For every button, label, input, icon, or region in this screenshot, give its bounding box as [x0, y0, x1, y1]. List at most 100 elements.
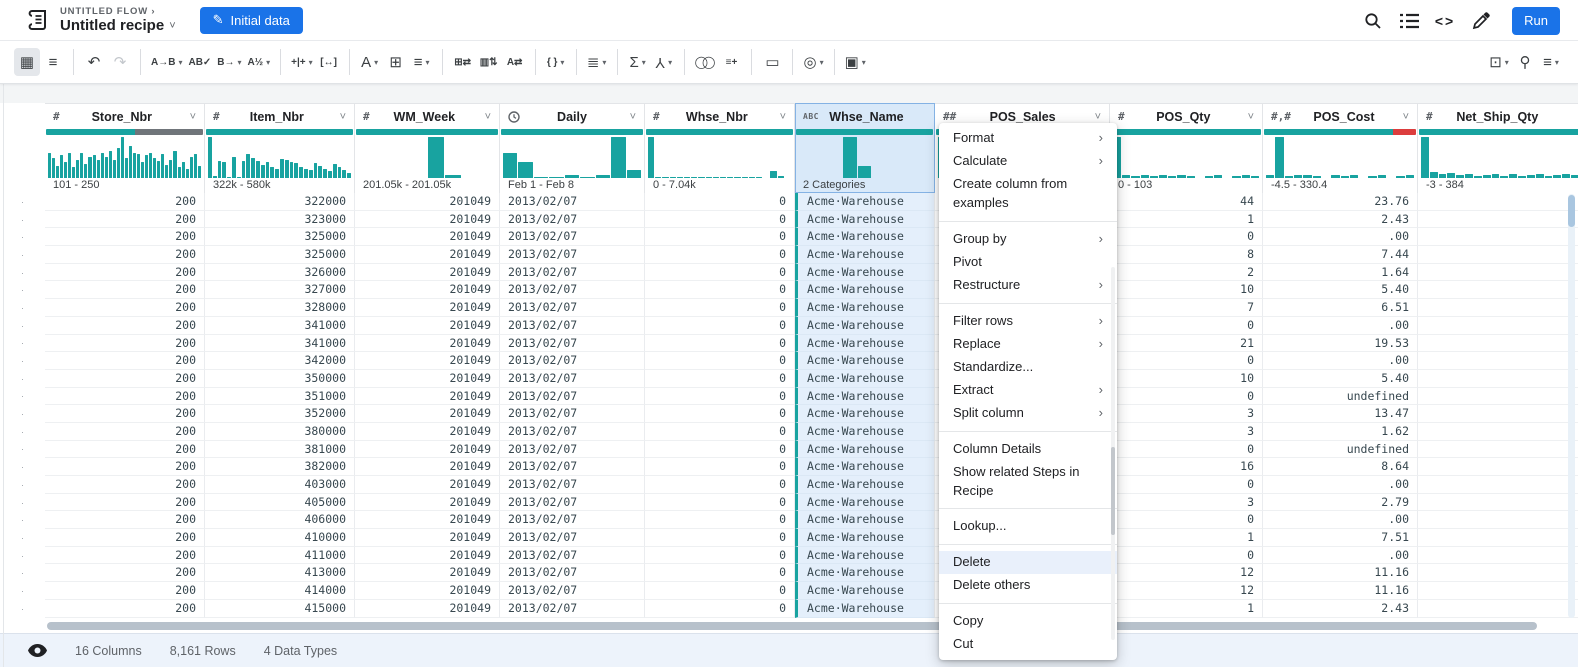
cell-daily[interactable]: 2013/02/07: [500, 246, 645, 264]
cell-whse_nbr[interactable]: 0: [645, 317, 795, 335]
cell-pos_cost[interactable]: 13.47: [1263, 405, 1418, 423]
columns-count[interactable]: 16 Columns: [75, 644, 142, 658]
view-rows-icon[interactable]: ≡: [40, 48, 66, 76]
cell-store_nbr[interactable]: 200: [45, 441, 205, 459]
column-menu-chevron-icon[interactable]: ˅: [184, 111, 196, 123]
cell-item_nbr[interactable]: 414000: [205, 582, 355, 600]
cell-whse_name[interactable]: Acme·Warehouse: [795, 246, 935, 264]
join-datasets-icon[interactable]: Y▾: [651, 48, 677, 76]
breadcrumb-flow[interactable]: UNTITLED FLOW: [60, 6, 148, 17]
standardize-values-icon[interactable]: AB✓: [185, 48, 214, 76]
cell-whse_name[interactable]: Acme·Warehouse: [795, 494, 935, 512]
cell-pos_qty[interactable]: 3: [1110, 494, 1263, 512]
column-header-item_nbr[interactable]: #Item_Nbr˅: [205, 104, 354, 129]
cell-pos_cost[interactable]: undefined: [1263, 441, 1418, 459]
column-menu-chevron-icon[interactable]: ˅: [1242, 111, 1254, 123]
initial-data-button[interactable]: ✎ Initial data: [200, 7, 303, 34]
lookup-icon[interactable]: ≡+: [718, 48, 744, 76]
cell-wm_week[interactable]: 201049: [355, 476, 500, 494]
menu-item-delete-others[interactable]: Delete others: [939, 574, 1117, 597]
cell-wm_week[interactable]: 201049: [355, 458, 500, 476]
cell-whse_nbr[interactable]: 0: [645, 441, 795, 459]
cell-wm_week[interactable]: 201049: [355, 352, 500, 370]
cell-wm_week[interactable]: 201049: [355, 511, 500, 529]
cell-pos_cost[interactable]: 6.51: [1263, 299, 1418, 317]
cell-net_ship_qty[interactable]: [1418, 193, 1578, 211]
column-histogram[interactable]: [795, 135, 934, 178]
select-columns-icon[interactable]: ⊡▾: [1486, 48, 1512, 76]
row-handle[interactable]: ·: [0, 441, 45, 459]
cell-pos_cost[interactable]: 19.53: [1263, 335, 1418, 353]
steps-list-icon[interactable]: [1396, 8, 1422, 34]
cell-store_nbr[interactable]: 200: [45, 582, 205, 600]
cell-net_ship_qty[interactable]: [1418, 529, 1578, 547]
cell-wm_week[interactable]: 201049: [355, 281, 500, 299]
row-handle[interactable]: ·: [0, 547, 45, 565]
chevron-down-icon[interactable]: ˅: [169, 17, 175, 35]
cell-wm_week[interactable]: 201049: [355, 211, 500, 229]
cell-store_nbr[interactable]: 200: [45, 352, 205, 370]
cell-store_nbr[interactable]: 200: [45, 547, 205, 565]
cell-net_ship_qty[interactable]: [1418, 299, 1578, 317]
cell-item_nbr[interactable]: 326000: [205, 264, 355, 282]
cell-pos_qty[interactable]: 10: [1110, 370, 1263, 388]
cell-daily[interactable]: 2013/02/07: [500, 511, 645, 529]
cell-whse_name[interactable]: Acme·Warehouse: [795, 476, 935, 494]
cell-pos_qty[interactable]: 21: [1110, 335, 1263, 353]
cell-net_ship_qty[interactable]: [1418, 441, 1578, 459]
horizontal-scrollbar[interactable]: [47, 622, 1537, 630]
cell-store_nbr[interactable]: 200: [45, 211, 205, 229]
cell-pos_cost[interactable]: 5.40: [1263, 281, 1418, 299]
breadcrumb[interactable]: UNTITLED FLOW ›: [60, 6, 176, 17]
cell-store_nbr[interactable]: 200: [45, 264, 205, 282]
split-column-icon[interactable]: +|+▾: [288, 48, 316, 76]
cell-whse_name[interactable]: Acme·Warehouse: [795, 441, 935, 459]
cell-item_nbr[interactable]: 411000: [205, 547, 355, 565]
cell-wm_week[interactable]: 201049: [355, 405, 500, 423]
merge-columns-icon[interactable]: [↔]: [316, 48, 342, 76]
cell-pos_cost[interactable]: 2.43: [1263, 600, 1418, 618]
cell-pos_qty[interactable]: 0: [1110, 352, 1263, 370]
column-histogram[interactable]: [1110, 135, 1262, 178]
cell-pos_qty[interactable]: 0: [1110, 317, 1263, 335]
cell-net_ship_qty[interactable]: [1418, 246, 1578, 264]
cell-store_nbr[interactable]: 200: [45, 388, 205, 406]
cell-store_nbr[interactable]: 200: [45, 370, 205, 388]
cell-net_ship_qty[interactable]: [1418, 370, 1578, 388]
cell-daily[interactable]: 2013/02/07: [500, 547, 645, 565]
cell-wm_week[interactable]: 201049: [355, 600, 500, 618]
union-datasets-icon[interactable]: ◯◯: [692, 48, 719, 76]
cell-whse_name[interactable]: Acme·Warehouse: [795, 547, 935, 565]
cell-store_nbr[interactable]: 200: [45, 494, 205, 512]
macro-icon[interactable]: ▣▾: [842, 48, 869, 76]
eyedropper-icon[interactable]: [1468, 8, 1494, 34]
cell-daily[interactable]: 2013/02/07: [500, 299, 645, 317]
cell-item_nbr[interactable]: 410000: [205, 529, 355, 547]
cell-pos_qty[interactable]: 7: [1110, 299, 1263, 317]
cell-whse_name[interactable]: Acme·Warehouse: [795, 352, 935, 370]
column-header-daily[interactable]: Daily˅: [500, 104, 644, 129]
cell-whse_nbr[interactable]: 0: [645, 529, 795, 547]
cell-whse_nbr[interactable]: 0: [645, 494, 795, 512]
cell-whse_nbr[interactable]: 0: [645, 281, 795, 299]
column-histogram[interactable]: [205, 135, 354, 178]
cell-store_nbr[interactable]: 200: [45, 423, 205, 441]
cell-whse_name[interactable]: Acme·Warehouse: [795, 228, 935, 246]
row-handle[interactable]: ·: [0, 264, 45, 282]
cell-pos_cost[interactable]: 2.79: [1263, 494, 1418, 512]
row-handle[interactable]: ·: [0, 193, 45, 211]
row-handle[interactable]: ·: [0, 335, 45, 353]
view-grid-icon[interactable]: ▦: [14, 48, 40, 76]
cell-wm_week[interactable]: 201049: [355, 370, 500, 388]
cell-whse_name[interactable]: Acme·Warehouse: [795, 529, 935, 547]
row-handle[interactable]: ·: [0, 370, 45, 388]
aggregate-icon[interactable]: Σ▾: [625, 48, 651, 76]
cell-whse_nbr[interactable]: 0: [645, 352, 795, 370]
column-header-pos_cost[interactable]: #,#POS_Cost˅: [1263, 104, 1417, 129]
cell-pos_cost[interactable]: 11.16: [1263, 582, 1418, 600]
cell-whse_name[interactable]: Acme·Warehouse: [795, 317, 935, 335]
cell-net_ship_qty[interactable]: [1418, 582, 1578, 600]
column-menu-chevron-icon[interactable]: ˅: [334, 111, 346, 123]
cell-pos_cost[interactable]: 5.40: [1263, 370, 1418, 388]
cell-store_nbr[interactable]: 200: [45, 529, 205, 547]
